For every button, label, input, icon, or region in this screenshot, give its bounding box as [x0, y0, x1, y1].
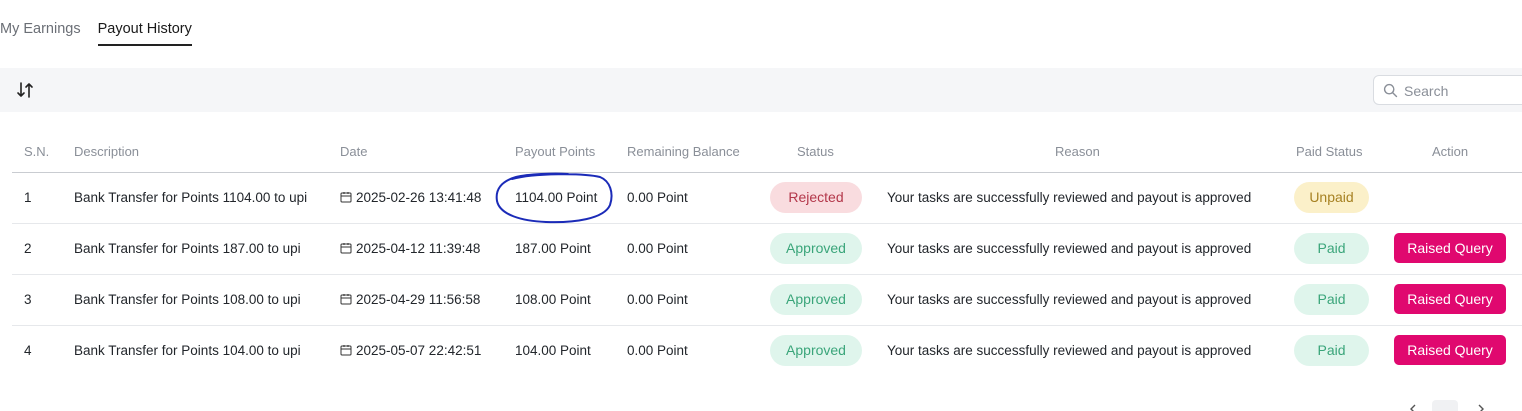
raised-query-button[interactable]: Raised Query — [1394, 335, 1506, 365]
search-input[interactable] — [1404, 81, 1522, 101]
status-badge: Approved — [770, 284, 862, 315]
cell-payout-points: 104.00 Point — [515, 343, 591, 358]
cell-remaining-balance: 0.00 Point — [627, 241, 688, 256]
cell-date: 2025-04-29 11:56:58 — [340, 275, 480, 325]
header-status: Status — [797, 144, 834, 159]
table-toolbar — [0, 68, 1522, 112]
cell-sn: 3 — [24, 292, 32, 307]
cell-description: Bank Transfer for Points 108.00 to upi — [74, 292, 301, 307]
cell-description: Bank Transfer for Points 104.00 to upi — [74, 343, 301, 358]
cell-date: 2025-02-26 13:41:48 — [340, 173, 481, 223]
chevron-left-icon[interactable] — [1408, 404, 1418, 411]
current-page-indicator[interactable] — [1432, 400, 1458, 411]
header-description: Description — [74, 144, 140, 159]
cell-date-text: 2025-04-12 11:39:48 — [356, 241, 481, 256]
paid-status-badge: Paid — [1294, 335, 1369, 366]
table-row: 3 Bank Transfer for Points 108.00 to upi… — [12, 275, 1522, 326]
search-box[interactable] — [1373, 75, 1522, 105]
cell-date: 2025-04-12 11:39:48 — [340, 224, 480, 274]
raised-query-button[interactable]: Raised Query — [1394, 284, 1506, 314]
calendar-icon — [340, 294, 352, 305]
search-icon — [1383, 83, 1398, 98]
tab-bar: My Earnings Payout History — [0, 18, 209, 46]
header-payout-points: Payout Points — [515, 144, 596, 159]
cell-reason: Your tasks are successfully reviewed and… — [887, 241, 1252, 256]
cell-remaining-balance: 0.00 Point — [627, 292, 688, 307]
status-badge: Approved — [770, 233, 862, 264]
cell-payout-points: 108.00 Point — [515, 292, 591, 307]
cell-date-text: 2025-05-07 22:42:51 — [356, 343, 482, 358]
cell-sn: 1 — [24, 190, 32, 205]
cell-description: Bank Transfer for Points 187.00 to upi — [74, 241, 301, 256]
table-row: 2 Bank Transfer for Points 187.00 to upi… — [12, 224, 1522, 275]
cell-remaining-balance: 0.00 Point — [627, 343, 688, 358]
cell-date-text: 2025-02-26 13:41:48 — [356, 190, 482, 205]
raised-query-button[interactable]: Raised Query — [1394, 233, 1506, 263]
header-paid-status: Paid Status — [1296, 144, 1363, 159]
cell-reason: Your tasks are successfully reviewed and… — [887, 292, 1252, 307]
header-date: Date — [340, 144, 368, 159]
cell-reason: Your tasks are successfully reviewed and… — [887, 343, 1252, 358]
header-action: Action — [1432, 144, 1469, 159]
calendar-icon — [340, 345, 352, 356]
table-header: S.N. Description Date Payout Points Rema… — [12, 132, 1522, 173]
paid-status-badge: Unpaid — [1294, 182, 1369, 213]
cell-reason: Your tasks are successfully reviewed and… — [887, 190, 1252, 205]
paid-status-badge: Paid — [1294, 233, 1369, 264]
calendar-icon — [340, 192, 352, 203]
chevron-right-icon[interactable] — [1476, 404, 1486, 411]
table-row: 1 Bank Transfer for Points 1104.00 to up… — [12, 173, 1522, 224]
status-badge: Rejected — [770, 182, 862, 213]
cell-sn: 4 — [24, 343, 32, 358]
calendar-icon — [340, 243, 352, 254]
sort-arrows-icon[interactable] — [16, 81, 34, 99]
payout-table: S.N. Description Date Payout Points Rema… — [12, 132, 1522, 377]
tab-payout-history[interactable]: Payout History — [97, 18, 192, 46]
header-sn: S.N. — [24, 144, 50, 159]
cell-remaining-balance: 0.00 Point — [627, 190, 688, 205]
table-row: 4 Bank Transfer for Points 104.00 to upi… — [12, 326, 1522, 377]
cell-payout-points: 1104.00 Point — [515, 190, 598, 205]
header-reason: Reason — [1055, 144, 1100, 159]
status-badge: Approved — [770, 335, 862, 366]
cell-payout-points: 187.00 Point — [515, 241, 591, 256]
cell-description: Bank Transfer for Points 1104.00 to upi — [74, 190, 308, 205]
paid-status-badge: Paid — [1294, 284, 1369, 315]
header-remaining-balance: Remaining Balance — [627, 144, 740, 159]
tab-my-earnings[interactable]: My Earnings — [0, 18, 81, 46]
cell-sn: 2 — [24, 241, 32, 256]
cell-date: 2025-05-07 22:42:51 — [340, 326, 481, 376]
cell-date-text: 2025-04-29 11:56:58 — [356, 292, 481, 307]
